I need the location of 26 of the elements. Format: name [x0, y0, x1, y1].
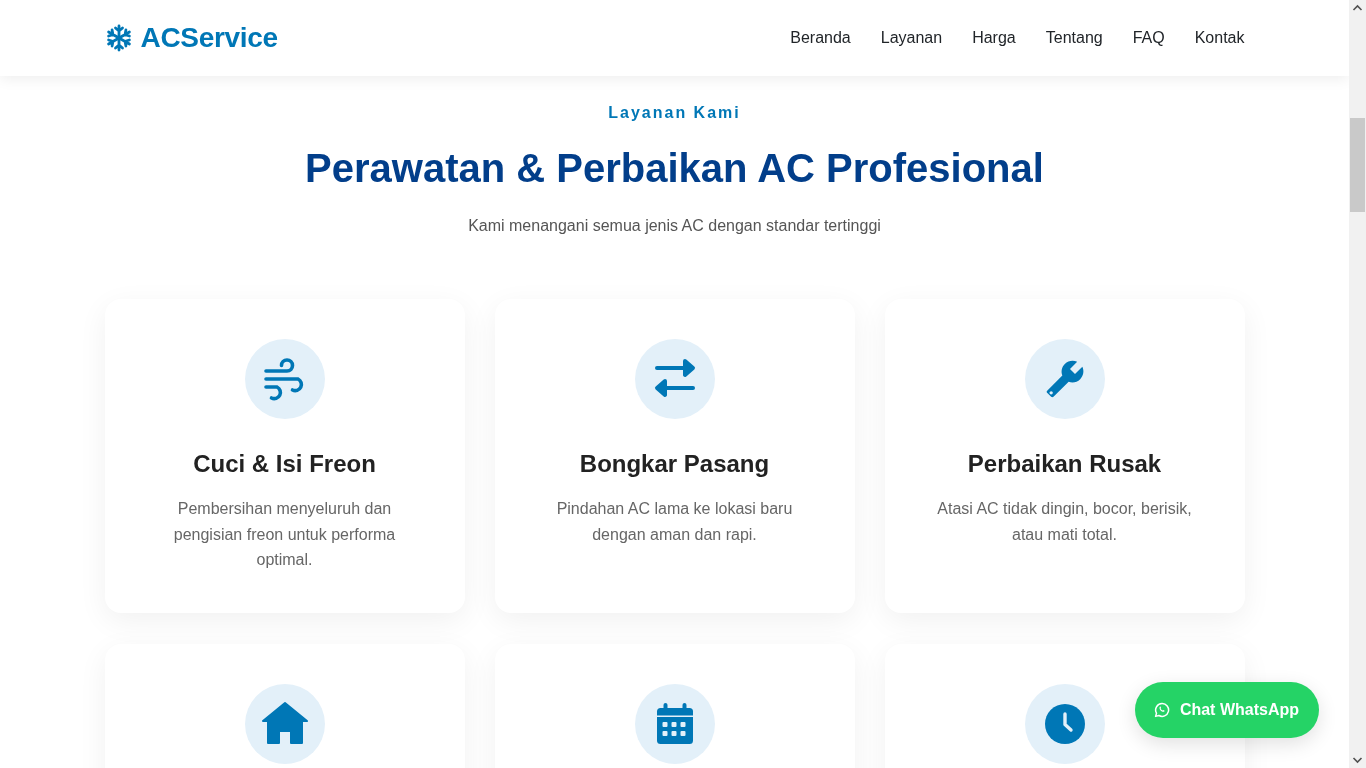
nav-link[interactable]: Tentang [1045, 29, 1103, 47]
card-description: Pindahan AC lama ke lokasi baru dengan aman dan rapi. [555, 499, 794, 545]
card-description: Pembersihan menyeluruh dan pengisian freon untuk performa optimal. [172, 499, 397, 571]
section-subtitle: Kami menangani semua jenis AC dengan standar tertinggi [467, 216, 882, 236]
nav-link[interactable]: Harga [972, 29, 1016, 47]
card-title: Perbaikan Rusak [967, 449, 1162, 479]
nav-link[interactable]: Layanan [880, 29, 943, 47]
snowflake-icon[interactable] [104, 24, 133, 52]
house-icon [244, 683, 325, 764]
card-title: Cuci & Isi Freon [193, 449, 376, 479]
wrench-icon [1024, 339, 1105, 419]
section-title: Perawatan & Perbaikan AC Profesional [304, 145, 1045, 192]
calendar-icon [634, 683, 715, 764]
phone-chat-icon [1153, 702, 1170, 718]
section-eyebrow: Layanan Kami [607, 103, 742, 122]
nav-link[interactable]: Kontak [1194, 29, 1245, 47]
scrollbar-thumb[interactable] [1350, 118, 1365, 212]
nav-link[interactable]: Beranda [790, 29, 851, 47]
nav-link[interactable]: FAQ [1132, 29, 1165, 47]
card-description: Atasi AC tidak dingin, bocor, berisik, atau mati total. [936, 499, 1193, 545]
logo-text[interactable]: ACService [140, 22, 278, 54]
clock-icon [1024, 683, 1105, 764]
swap-arrows-icon [634, 339, 715, 419]
scrollbar[interactable] [1349, 0, 1366, 768]
card-title: Bongkar Pasang [579, 449, 770, 479]
wind-icon [244, 339, 325, 419]
